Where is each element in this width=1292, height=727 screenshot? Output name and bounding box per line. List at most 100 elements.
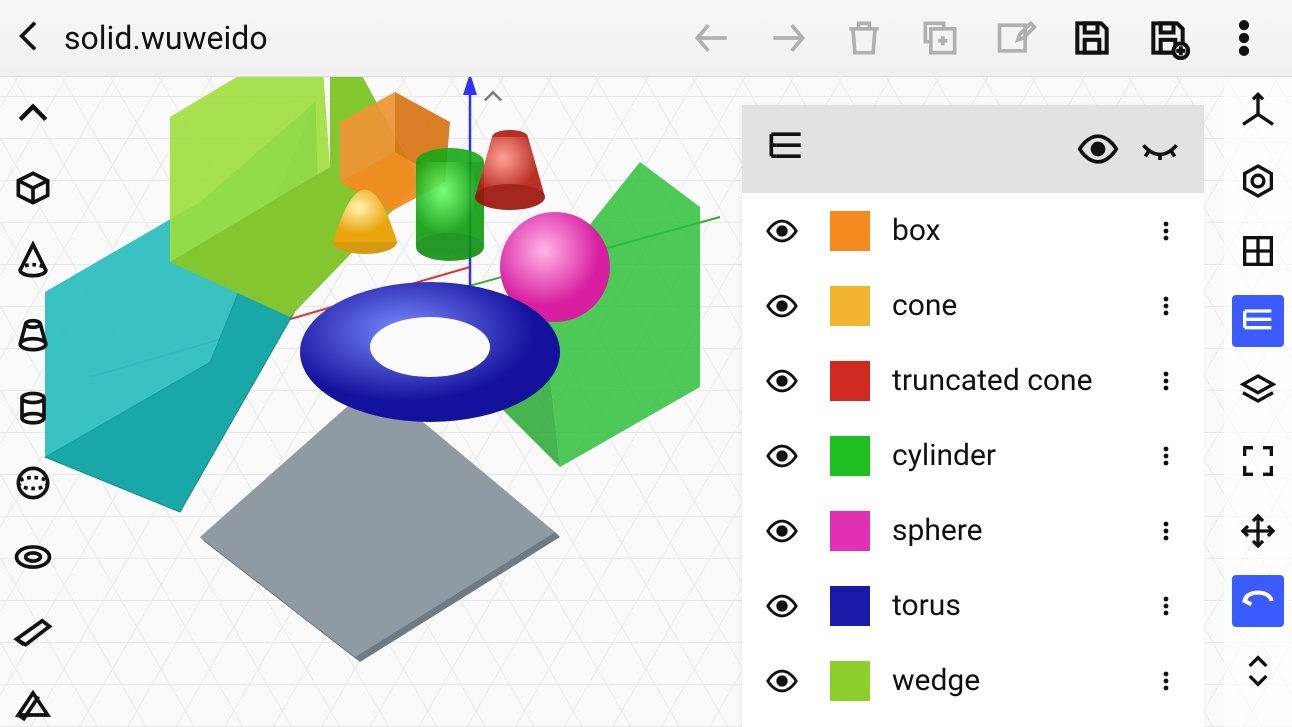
outline-button[interactable] [1232,295,1284,347]
object-more-button[interactable] [1150,591,1182,621]
object-more-button[interactable] [1150,441,1182,471]
color-swatch [830,436,870,476]
panel-collapse-button[interactable] [473,83,819,115]
grid-icon [1238,231,1278,271]
layers-button[interactable] [1232,365,1284,417]
sphere-icon [11,461,55,505]
file-name: solid.wuweido [60,19,688,57]
object-row[interactable]: truncated cone [742,343,1204,418]
object-label: sphere [892,513,1150,548]
color-swatch [830,211,870,251]
visibility-toggle[interactable] [760,514,804,548]
wedge-tool[interactable] [10,607,56,653]
delete-icon [842,16,886,60]
edit-button[interactable] [992,14,1040,62]
back-button[interactable] [0,16,60,60]
outline-root-button[interactable] [764,125,1058,173]
undo-icon [1238,581,1278,621]
chevron-up-icon [473,83,513,111]
prism-icon [11,682,55,726]
object-more-button[interactable] [1150,516,1182,546]
visibility-toggle[interactable] [760,214,804,248]
eye-closed-icon [1138,127,1182,171]
show-all-button[interactable] [1076,127,1120,171]
object-row[interactable]: torus [742,568,1204,643]
eye-icon [765,289,799,323]
box-icon [11,166,55,210]
visibility-toggle[interactable] [760,439,804,473]
header-actions [688,14,1292,62]
save-as-icon [1146,16,1190,60]
visibility-toggle[interactable] [760,664,804,698]
grid-button[interactable] [1232,225,1284,277]
move-icon [1238,511,1278,551]
duplicate-icon [918,16,962,60]
save-as-button[interactable] [1144,14,1192,62]
cylinder-icon [11,387,55,431]
undo-button[interactable] [1232,575,1284,627]
object-row[interactable]: cylinder [742,418,1204,493]
sort-button[interactable] [1232,645,1284,697]
color-swatch [830,361,870,401]
collapse-toolbar-button[interactable] [10,91,56,137]
eye-icon [765,664,799,698]
hide-all-button[interactable] [1138,127,1182,171]
prism-tool[interactable] [10,681,56,727]
duplicate-button[interactable] [916,14,964,62]
more-icon [1154,516,1178,546]
more-icon [1154,591,1178,621]
main: box cone truncated cone cylinder sphere torus… [0,77,1292,727]
torus-icon [11,535,55,579]
object-row[interactable]: cone [742,268,1204,343]
fullscreen-button[interactable] [1232,435,1284,487]
cylinder-tool[interactable] [10,386,56,432]
object-label: torus [892,588,1150,623]
chevron-left-icon [10,16,50,56]
view-frame-button[interactable] [1232,155,1284,207]
cone-tool[interactable] [10,239,56,285]
visibility-toggle[interactable] [760,289,804,323]
box-tool[interactable] [10,165,56,211]
torus-tool[interactable] [10,534,56,580]
sphere-tool[interactable] [10,460,56,506]
outline-icon [764,125,808,169]
object-more-button[interactable] [1150,216,1182,246]
move-button[interactable] [1232,505,1284,557]
wedge-icon [11,608,55,652]
object-label: truncated cone [892,363,1150,398]
left-toolbar [0,77,65,727]
eye-icon [765,214,799,248]
truncated-cone-icon [11,313,55,357]
object-label: box [892,213,1150,248]
more-icon [1154,441,1178,471]
nav-back-button[interactable] [688,14,736,62]
visibility-toggle[interactable] [760,364,804,398]
visibility-toggle[interactable] [760,589,804,623]
object-row[interactable]: box [742,193,1204,268]
object-row[interactable]: sphere [742,493,1204,568]
outline-panel: box cone truncated cone cylinder sphere torus… [742,105,1204,727]
object-more-button[interactable] [1150,291,1182,321]
object-more-button[interactable] [1150,366,1182,396]
object-list: box cone truncated cone cylinder sphere torus… [742,193,1204,727]
save-icon [1070,16,1114,60]
layers-icon [1238,371,1278,411]
truncated-cone-tool[interactable] [10,312,56,358]
delete-button[interactable] [840,14,888,62]
color-swatch [830,661,870,701]
nav-forward-button[interactable] [764,14,812,62]
more-icon [1154,366,1178,396]
object-row[interactable]: wedge [742,643,1204,718]
view-frame-icon [1238,161,1278,201]
object-label: cone [892,288,1150,323]
outline-icon [1238,301,1278,341]
axes-button[interactable] [1232,85,1284,137]
more-icon [1154,216,1178,246]
save-button[interactable] [1068,14,1116,62]
more-menu-button[interactable] [1220,14,1268,62]
more-menu-icon [1222,16,1266,60]
object-more-button[interactable] [1150,666,1182,696]
eye-icon [1076,127,1120,171]
chevron-up-icon [11,92,55,136]
outline-panel-header [742,105,1204,193]
